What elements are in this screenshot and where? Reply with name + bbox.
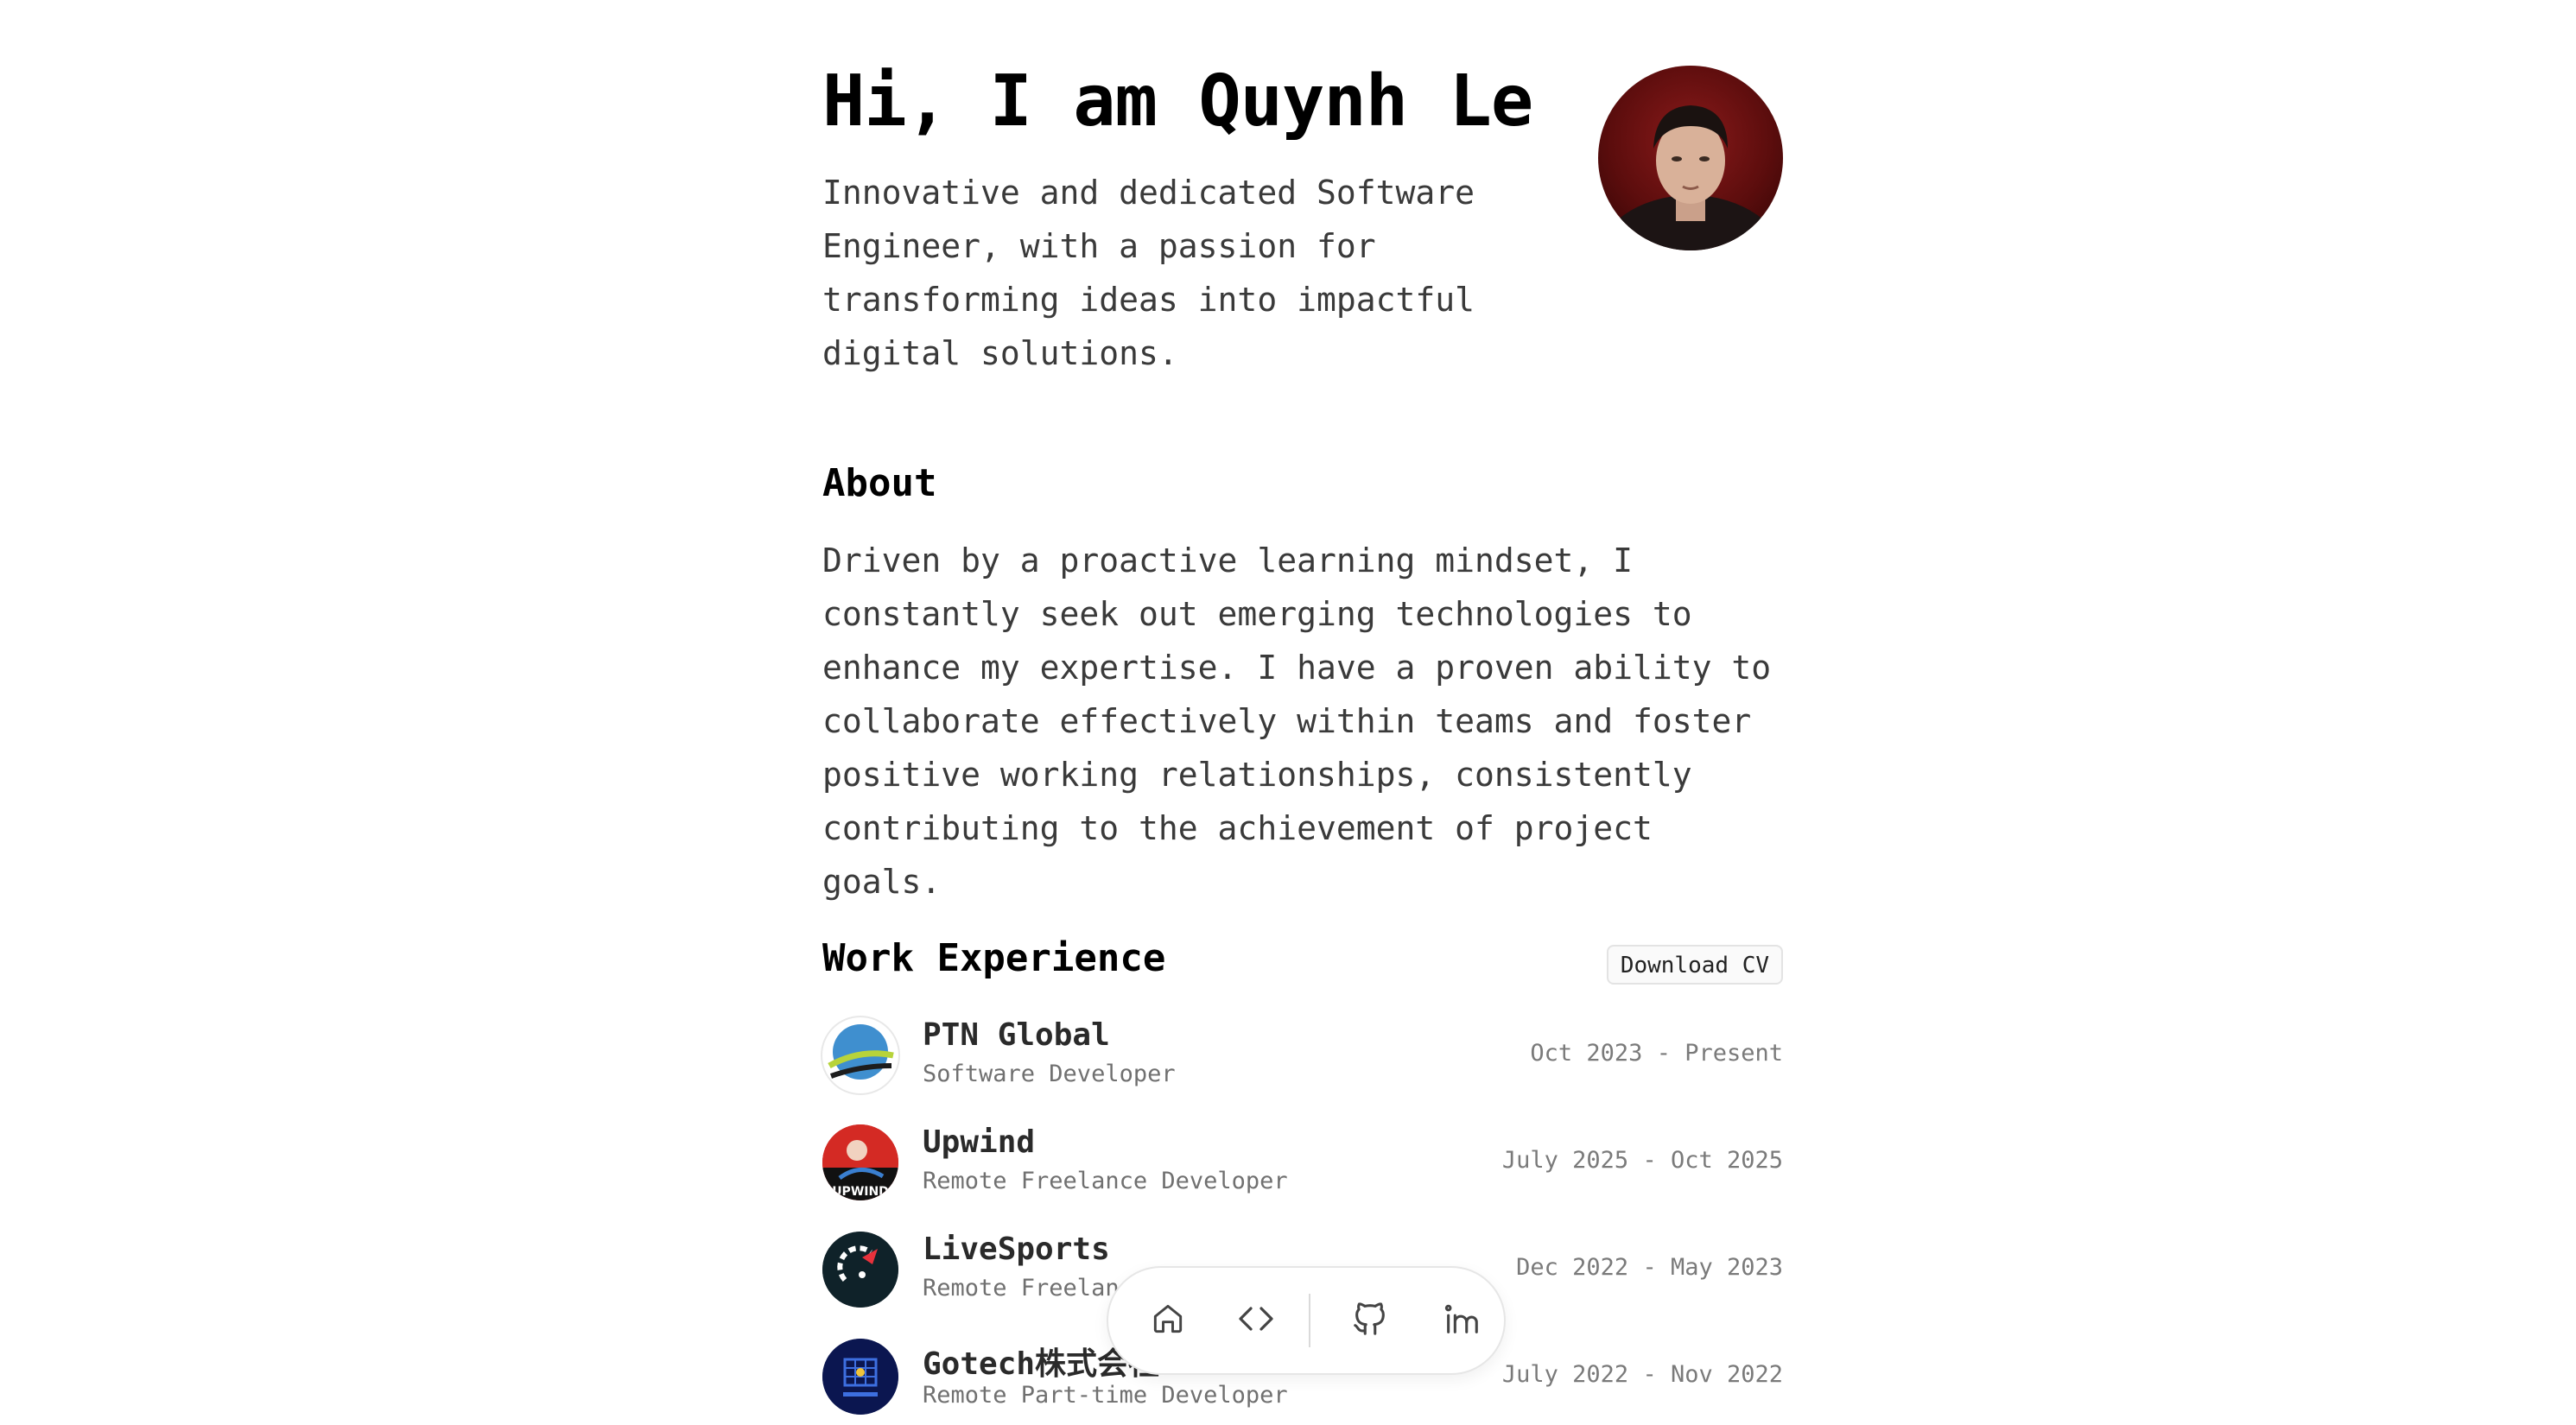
job-company: PTN Global xyxy=(923,1017,1110,1053)
work-experience-heading: Work Experience xyxy=(822,936,1166,980)
livesports-logo xyxy=(822,1232,898,1308)
floating-dock xyxy=(1107,1266,1506,1375)
dock-linkedin-button[interactable] xyxy=(1433,1292,1490,1349)
gotech-logo xyxy=(822,1339,898,1415)
linkedin-icon xyxy=(1442,1299,1482,1342)
job-company: LiveSports xyxy=(923,1232,1110,1267)
about-text: Driven by a proactive learning mindset, … xyxy=(822,542,1772,901)
page-title: Hi, I am Quynh Le xyxy=(822,60,1533,142)
job-item-ptn-global[interactable]: PTN Global Software Developer Oct 2023 -… xyxy=(822,1017,1783,1104)
hero-section: Hi, I am Quynh Le Innovative and dedicat… xyxy=(822,0,1783,406)
job-role: Software Developer xyxy=(923,1061,1176,1087)
hero-subtitle: Innovative and dedicated Software Engine… xyxy=(822,174,1475,372)
job-company: Upwind xyxy=(923,1124,1036,1160)
page-content: Hi, I am Quynh Le Innovative and dedicat… xyxy=(822,0,1783,1415)
home-icon xyxy=(1149,1300,1187,1341)
job-dates: July 2022 - Nov 2022 xyxy=(1501,1361,1783,1388)
ptn-global-logo xyxy=(822,1017,898,1093)
svg-text:UPWIND: UPWIND xyxy=(832,1185,889,1199)
code-icon xyxy=(1235,1298,1277,1343)
dock-home-button[interactable] xyxy=(1139,1292,1196,1349)
download-cv-button[interactable]: Download CV xyxy=(1606,945,1783,985)
job-dates: Dec 2022 - May 2023 xyxy=(1516,1254,1783,1281)
avatar xyxy=(1598,66,1783,250)
github-icon xyxy=(1350,1299,1390,1342)
about-heading: About xyxy=(822,461,937,505)
job-role: Remote Freelance Developer xyxy=(923,1168,1288,1194)
job-item-upwind[interactable]: UPWIND Upwind Remote Freelance Developer… xyxy=(822,1124,1783,1211)
dock-code-button[interactable] xyxy=(1228,1292,1285,1349)
dock-separator xyxy=(1309,1294,1310,1347)
upwind-logo: UPWIND xyxy=(822,1124,898,1200)
job-dates: Oct 2023 - Present xyxy=(1530,1040,1783,1067)
job-dates: July 2025 - Oct 2025 xyxy=(1501,1147,1783,1174)
job-role: Remote Part-time Developer xyxy=(923,1382,1288,1409)
dock-github-button[interactable] xyxy=(1342,1292,1399,1349)
